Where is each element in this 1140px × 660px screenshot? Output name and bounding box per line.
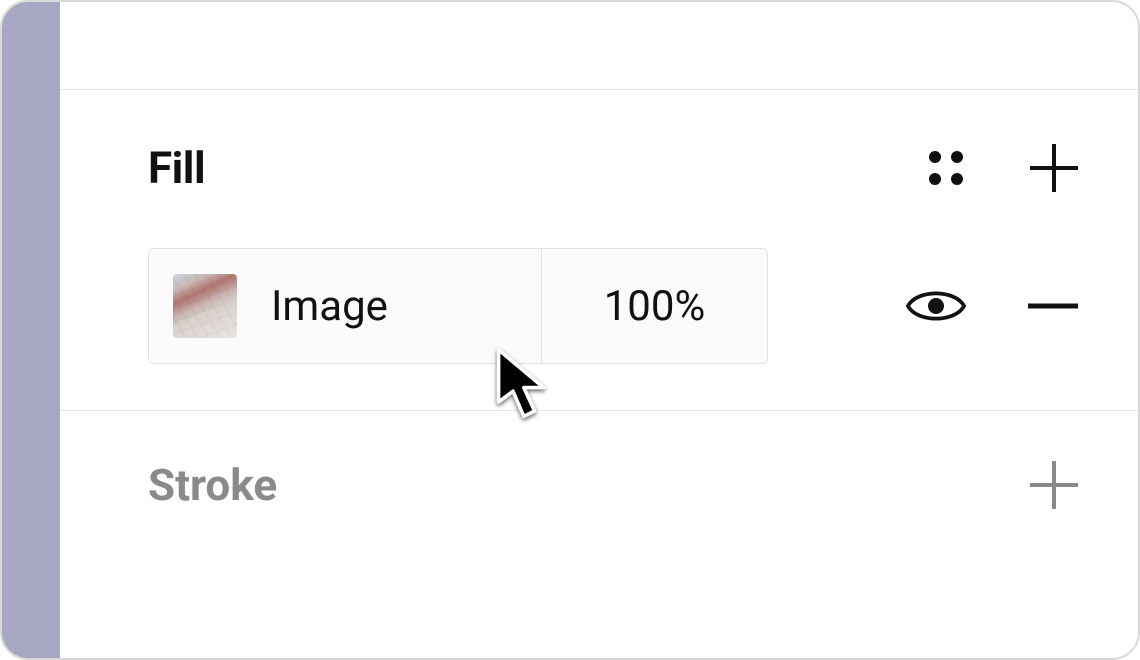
previous-section [60, 2, 1138, 90]
stroke-section: Stroke [60, 411, 1138, 559]
visibility-toggle[interactable] [906, 286, 966, 326]
fill-title: Fill [148, 142, 205, 194]
styles-icon[interactable] [924, 146, 968, 190]
fill-type-button[interactable]: Image [149, 249, 541, 363]
remove-fill-button[interactable] [1028, 282, 1078, 330]
side-strip [2, 2, 60, 658]
fill-header-actions [924, 144, 1078, 192]
fill-opacity-input[interactable]: 100% [541, 249, 767, 363]
fill-swatch-group: Image 100% [148, 248, 768, 364]
fill-row-actions [906, 282, 1078, 330]
add-stroke-button[interactable] [1030, 461, 1078, 509]
fill-swatch [173, 274, 237, 338]
panel-content: Fill Image 100% [60, 2, 1138, 658]
fill-opacity-value: 100% [604, 282, 706, 331]
properties-panel: Fill Image 100% [0, 0, 1140, 660]
fill-row: Image 100% [148, 248, 1078, 364]
fill-section: Fill Image 100% [60, 90, 1138, 411]
stroke-title: Stroke [148, 459, 277, 511]
fill-type-label: Image [271, 282, 388, 331]
add-fill-button[interactable] [1030, 144, 1078, 192]
fill-header: Fill [148, 132, 1078, 204]
